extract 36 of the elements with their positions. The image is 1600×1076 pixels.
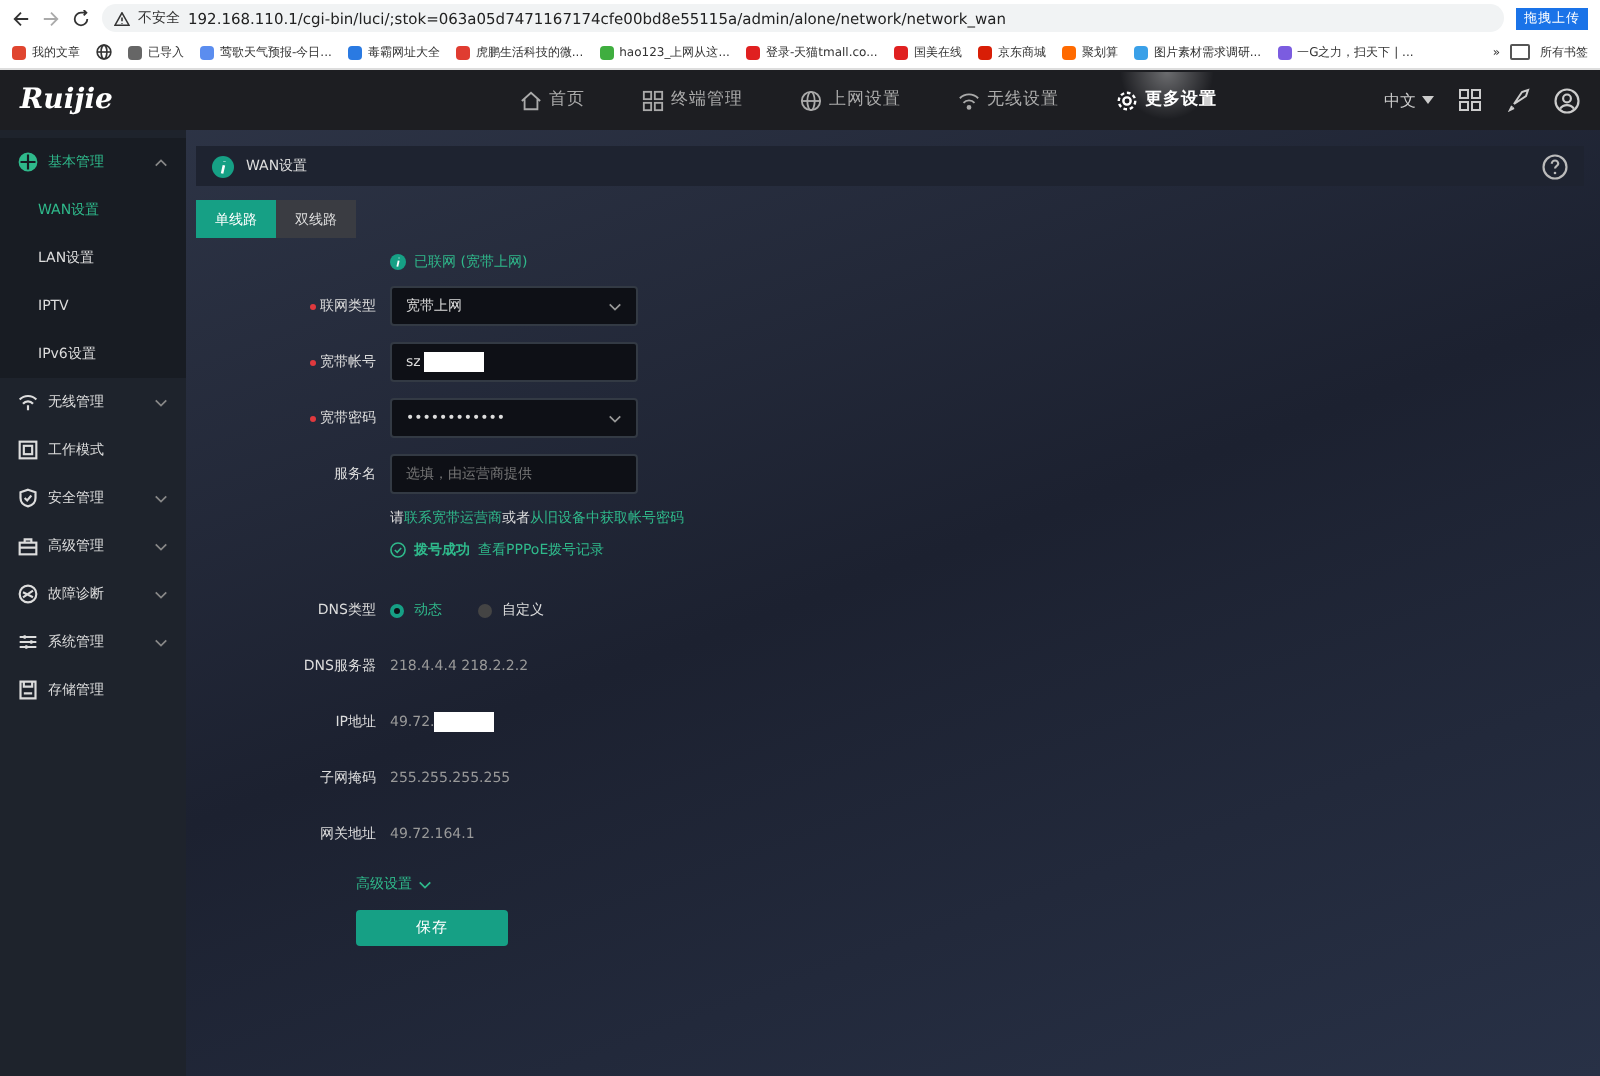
nav-tab[interactable]: 终端管理 (637, 72, 748, 128)
caret-icon (608, 413, 622, 423)
chevron-icon (418, 879, 432, 889)
sliders-icon (18, 632, 38, 652)
shield-icon (18, 488, 38, 508)
nav-tab[interactable]: 首页 (515, 72, 590, 128)
home-icon (519, 89, 542, 111)
globe-icon (799, 89, 822, 111)
check-circle-icon (390, 542, 406, 558)
info-icon (212, 155, 234, 177)
globe-icon[interactable] (96, 44, 112, 60)
radio-icon[interactable] (390, 603, 404, 617)
radio-icon[interactable] (478, 603, 492, 617)
globe-icon (18, 152, 38, 172)
reload-icon[interactable] (72, 9, 90, 27)
wifi-icon (18, 392, 38, 412)
back-icon[interactable] (12, 9, 30, 27)
nav-tab[interactable]: 无线设置 (953, 72, 1064, 128)
grid-icon[interactable] (1458, 88, 1482, 112)
help-icon[interactable] (1542, 153, 1568, 179)
frame-icon (18, 440, 38, 460)
folder-icon (1510, 44, 1530, 60)
save-icon (18, 680, 38, 700)
user-icon[interactable] (1554, 87, 1580, 113)
briefcase-icon (18, 536, 38, 556)
settings-icon (1115, 89, 1138, 111)
info-icon (390, 254, 406, 270)
nav-tab[interactable]: 上网设置 (795, 72, 906, 128)
language-dropdown[interactable]: 中文 (1384, 89, 1434, 111)
wifi-icon (957, 89, 980, 111)
logo[interactable]: Ruijie (20, 84, 113, 116)
warning-icon (114, 11, 130, 25)
caret-icon (608, 301, 622, 311)
grid-icon (641, 89, 664, 111)
diagnostic-icon (18, 584, 38, 604)
caret-icon (1422, 96, 1434, 104)
